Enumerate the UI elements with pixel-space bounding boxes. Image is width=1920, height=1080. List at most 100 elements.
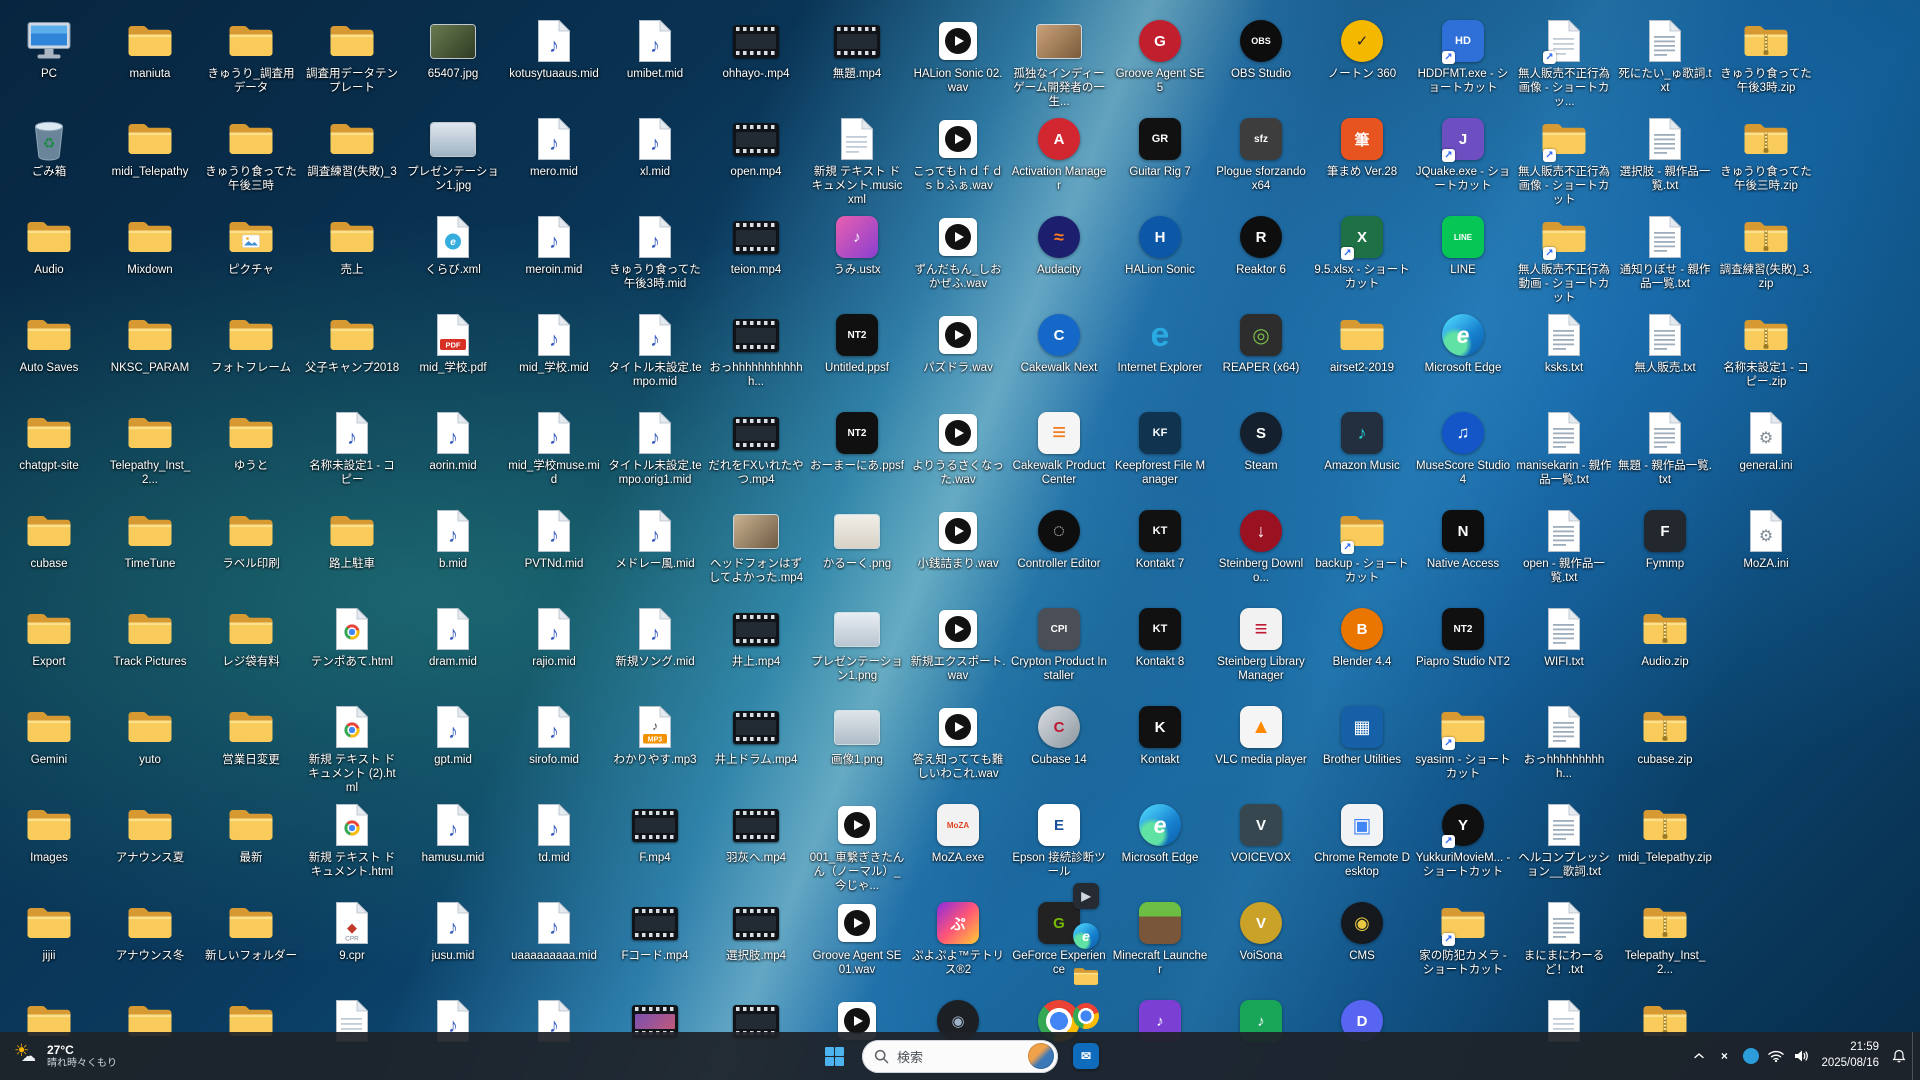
desktop-icon[interactable]: RReaktor 6: [1213, 213, 1309, 277]
taskbar-app-office-grid[interactable]: ▦: [1066, 1076, 1106, 1080]
desktop-icon[interactable]: Export: [1, 605, 97, 669]
desktop-icon[interactable]: ↗無人販売不正行為画像 - ショートカット: [1516, 115, 1612, 207]
desktop-icon[interactable]: airset2-2019: [1314, 311, 1410, 375]
desktop[interactable]: PCmaniutaきゅうり_調査用データ調査用データテンプレート65407.jp…: [0, 0, 1920, 1032]
desktop-icon[interactable]: ≡Cakewalk Product Center: [1011, 409, 1107, 487]
desktop-icon[interactable]: manisekarin - 親作品一覧.txt: [1516, 409, 1612, 487]
desktop-icon[interactable]: フォトフレーム: [203, 311, 299, 375]
taskbar-app-file-explorer[interactable]: [1066, 956, 1106, 996]
desktop-icon[interactable]: ♫MuseScore Studio 4: [1415, 409, 1511, 487]
desktop-icon[interactable]: 父子キャンプ2018: [304, 311, 400, 375]
tray-tray-x-icon[interactable]: ×: [1712, 1036, 1736, 1076]
desktop-icon[interactable]: ♪hamusu.mid: [405, 801, 501, 865]
desktop-icon[interactable]: jijii: [1, 899, 97, 963]
show-desktop-button[interactable]: [1912, 1032, 1918, 1080]
desktop-icon[interactable]: ◎REAPER (x64): [1213, 311, 1309, 375]
desktop-icon[interactable]: ▲VLC media player: [1213, 703, 1309, 767]
desktop-icon[interactable]: NT2Piapro Studio NT2: [1415, 605, 1511, 669]
desktop-icon[interactable]: ♪xl.mid: [607, 115, 703, 179]
desktop-icon[interactable]: HALion Sonic 02.wav: [910, 17, 1006, 95]
desktop-icon[interactable]: ♪kotusytuaaus.mid: [506, 17, 602, 81]
desktop-icon[interactable]: ♪うみ.ustx: [809, 213, 905, 277]
desktop-icon[interactable]: TimeTune: [102, 507, 198, 571]
desktop-icon[interactable]: アナウンス冬: [102, 899, 198, 963]
desktop-icon[interactable]: ♪mero.mid: [506, 115, 602, 179]
taskbar-app-media-app[interactable]: ▶: [1066, 876, 1106, 916]
desktop-icon[interactable]: SSteam: [1213, 409, 1309, 473]
desktop-icon[interactable]: F.mp4: [607, 801, 703, 865]
desktop-icon[interactable]: HHALion Sonic: [1112, 213, 1208, 277]
desktop-icon[interactable]: ↗無人販売不正行為画像 - ショートカッ...: [1516, 17, 1612, 109]
desktop-icon[interactable]: Mixdown: [102, 213, 198, 277]
desktop-icon[interactable]: J↗JQuake.exe - ショートカット: [1415, 115, 1511, 193]
desktop-icon[interactable]: レジ袋有料: [203, 605, 299, 669]
notification-bell-icon[interactable]: [1887, 1036, 1911, 1076]
desktop-icon[interactable]: まにまにわーるど！.txt: [1516, 899, 1612, 977]
desktop-icon[interactable]: Groove Agent SE 01.wav: [809, 899, 905, 977]
desktop-icon[interactable]: PDFmid_学校.pdf: [405, 311, 501, 375]
taskbar-app-mail[interactable]: ✉: [1066, 1036, 1106, 1076]
desktop-icon[interactable]: teion.mp4: [708, 213, 804, 277]
desktop-icon[interactable]: ♻ごみ箱: [1, 115, 97, 179]
desktop-icon[interactable]: KFKeepforest File Manager: [1112, 409, 1208, 487]
desktop-icon[interactable]: maniuta: [102, 17, 198, 81]
desktop-icon[interactable]: ♪新規ソング.mid: [607, 605, 703, 669]
desktop-icon[interactable]: ♪きゅうり食ってた午後3時.mid: [607, 213, 703, 291]
desktop-icon[interactable]: 新しいフォルダー: [203, 899, 299, 963]
desktop-icon[interactable]: Telepathy_Inst_2...: [102, 409, 198, 487]
desktop-icon[interactable]: おっhhhhhhhhhhhh...: [708, 311, 804, 389]
desktop-icon[interactable]: BBlender 4.4: [1314, 605, 1410, 669]
desktop-icon[interactable]: きゅうり食ってた午後三時: [203, 115, 299, 193]
desktop-icon[interactable]: midi_Telepathy: [102, 115, 198, 179]
desktop-icon[interactable]: Auto Saves: [1, 311, 97, 375]
desktop-icon[interactable]: 売上: [304, 213, 400, 277]
desktop-icon[interactable]: 新規エクスポート.wav: [910, 605, 1006, 683]
desktop-icon[interactable]: ♪gpt.mid: [405, 703, 501, 767]
volume-icon[interactable]: [1789, 1036, 1813, 1076]
desktop-icon[interactable]: KTKontakt 7: [1112, 507, 1208, 571]
desktop-icon[interactable]: AActivation Manager: [1011, 115, 1107, 193]
desktop-icon[interactable]: 調査練習(失敗)_3.zip: [1718, 213, 1814, 291]
taskbar-app-edge[interactable]: e: [1066, 916, 1106, 956]
desktop-icon[interactable]: 孤独なインディーゲーム開発者の一生...: [1011, 17, 1107, 109]
desktop-icon[interactable]: 名称未設定1 - コピー.zip: [1718, 311, 1814, 389]
desktop-icon[interactable]: ≡Steinberg Library Manager: [1213, 605, 1309, 683]
desktop-icon[interactable]: 選択肢.mp4: [708, 899, 804, 963]
desktop-icon[interactable]: FFymmp: [1617, 507, 1713, 571]
desktop-icon[interactable]: ◌Controller Editor: [1011, 507, 1107, 571]
tray-tray-blue-icon[interactable]: [1739, 1036, 1763, 1076]
desktop-icon[interactable]: eくらび.xml: [405, 213, 501, 277]
desktop-icon[interactable]: WIFI.txt: [1516, 605, 1612, 669]
desktop-icon[interactable]: Gemini: [1, 703, 97, 767]
desktop-icon[interactable]: 新規 テキスト ドキュメント.musicxml: [809, 115, 905, 207]
desktop-icon[interactable]: sfzPlogue sforzando x64: [1213, 115, 1309, 193]
desktop-icon[interactable]: NKSC_PARAM: [102, 311, 198, 375]
desktop-icon[interactable]: きゅうり_調査用データ: [203, 17, 299, 95]
desktop-icon[interactable]: 最新: [203, 801, 299, 865]
desktop-icon[interactable]: X↗9.5.xlsx - ショートカット: [1314, 213, 1410, 291]
desktop-icon[interactable]: Audio: [1, 213, 97, 277]
desktop-icon[interactable]: きゅうり食ってた午後三時.zip: [1718, 115, 1814, 193]
desktop-icon[interactable]: ◆CPR9.cpr: [304, 899, 400, 963]
desktop-icon[interactable]: おっhhhhhhhhhh...: [1516, 703, 1612, 781]
desktop-icon[interactable]: ♪メドレー風.mid: [607, 507, 703, 571]
desktop-icon[interactable]: Track Pictures: [102, 605, 198, 669]
desktop-icon[interactable]: eMicrosoft Edge: [1112, 801, 1208, 865]
desktop-icon[interactable]: 死にたい_ゅ歌詞.txt: [1617, 17, 1713, 95]
desktop-icon[interactable]: Fコード.mp4: [607, 899, 703, 963]
desktop-icon[interactable]: 選択肢 - 親作品一覧.txt: [1617, 115, 1713, 193]
taskbar-app-chrome[interactable]: [1066, 996, 1106, 1036]
desktop-icon[interactable]: MoZAMoZA.exe: [910, 801, 1006, 865]
desktop-icon[interactable]: テンポあて.html: [304, 605, 400, 669]
desktop-icon[interactable]: OBSOBS Studio: [1213, 17, 1309, 81]
desktop-icon[interactable]: 井上ドラム.mp4: [708, 703, 804, 767]
desktop-icon[interactable]: midi_Telepathy.zip: [1617, 801, 1713, 865]
wifi-icon[interactable]: [1764, 1036, 1788, 1076]
desktop-icon[interactable]: NT2おーまーにあ.ppsf: [809, 409, 905, 473]
desktop-icon[interactable]: 調査用データテンプレート: [304, 17, 400, 95]
desktop-icon[interactable]: NNative Access: [1415, 507, 1511, 571]
desktop-icon[interactable]: ♪td.mid: [506, 801, 602, 865]
desktop-icon[interactable]: 羽灰へ.mp4: [708, 801, 804, 865]
desktop-icon[interactable]: CCubase 14: [1011, 703, 1107, 767]
desktop-icon[interactable]: open - 親作品一覧.txt: [1516, 507, 1612, 585]
